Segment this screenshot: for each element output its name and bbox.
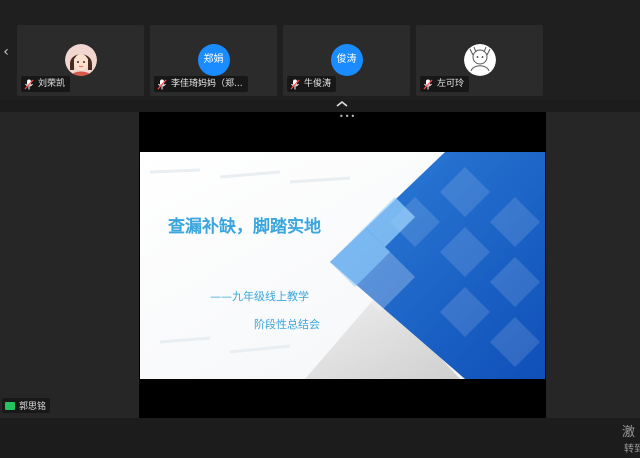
slide-subtitle-2: 阶段性总结会 xyxy=(254,318,320,331)
participant-name: 刘荣凯 xyxy=(38,79,66,89)
participant-tile[interactable]: 刘荣凯 xyxy=(17,25,144,96)
avatar: 郑娟 xyxy=(197,44,230,76)
participant-name: 李佳琦妈妈（郑... xyxy=(171,79,243,89)
watermark-line2: 转到 xyxy=(624,444,640,455)
slide-title: 查漏补缺，脚踏实地 xyxy=(168,217,321,237)
avatar: 俊涛 xyxy=(330,44,363,76)
chevron-up-icon[interactable] xyxy=(335,99,349,109)
participant-tile[interactable]: 左可玲 xyxy=(416,25,543,96)
participant-tile[interactable]: 俊涛 牛俊涛 xyxy=(283,25,410,96)
microphone-muted-icon xyxy=(24,79,34,89)
participant-name-tag: 牛俊涛 xyxy=(287,76,337,92)
chevron-left-icon[interactable]: ‹ xyxy=(0,44,12,60)
participant-strip: ‹ 刘荣凯 郑娟 李佳琦妈妈（郑... 俊涛 牛俊涛 左可玲 xyxy=(0,0,640,100)
left-video-area xyxy=(0,112,139,418)
avatar xyxy=(463,44,496,76)
microphone-muted-icon xyxy=(157,79,167,89)
presentation-slide: 查漏补缺，脚踏实地 ——九年级线上教学 阶段性总结会 xyxy=(140,152,545,379)
more-icon[interactable]: ••• xyxy=(339,112,356,121)
participant-name: 牛俊涛 xyxy=(304,79,332,89)
microphone-muted-icon xyxy=(290,79,300,89)
self-name-tag: 郭思铭 xyxy=(2,398,51,413)
right-video-area xyxy=(546,112,640,418)
bottom-bar xyxy=(0,418,640,458)
camera-icon xyxy=(5,401,15,410)
participant-name-tag: 李佳琦妈妈（郑... xyxy=(154,76,248,92)
slide-background xyxy=(140,152,545,379)
avatar xyxy=(64,44,97,76)
microphone-muted-icon xyxy=(423,79,433,89)
self-name: 郭思铭 xyxy=(19,402,47,412)
participant-name: 左可玲 xyxy=(437,79,465,89)
meeting-window: ‹ 刘荣凯 郑娟 李佳琦妈妈（郑... 俊涛 牛俊涛 左可玲 ••• 查漏补缺，… xyxy=(0,0,640,458)
participant-name-tag: 左可玲 xyxy=(420,76,470,92)
watermark-line1: 激 xyxy=(622,425,636,440)
slide-subtitle: ——九年级线上教学 xyxy=(210,290,309,303)
shared-screen[interactable]: ••• 查漏补缺，脚踏实地 ——九年级线上教学 阶段性总结会 xyxy=(139,112,546,418)
participant-tile[interactable]: 郑娟 李佳琦妈妈（郑... xyxy=(150,25,277,96)
participant-name-tag: 刘荣凯 xyxy=(21,76,71,92)
